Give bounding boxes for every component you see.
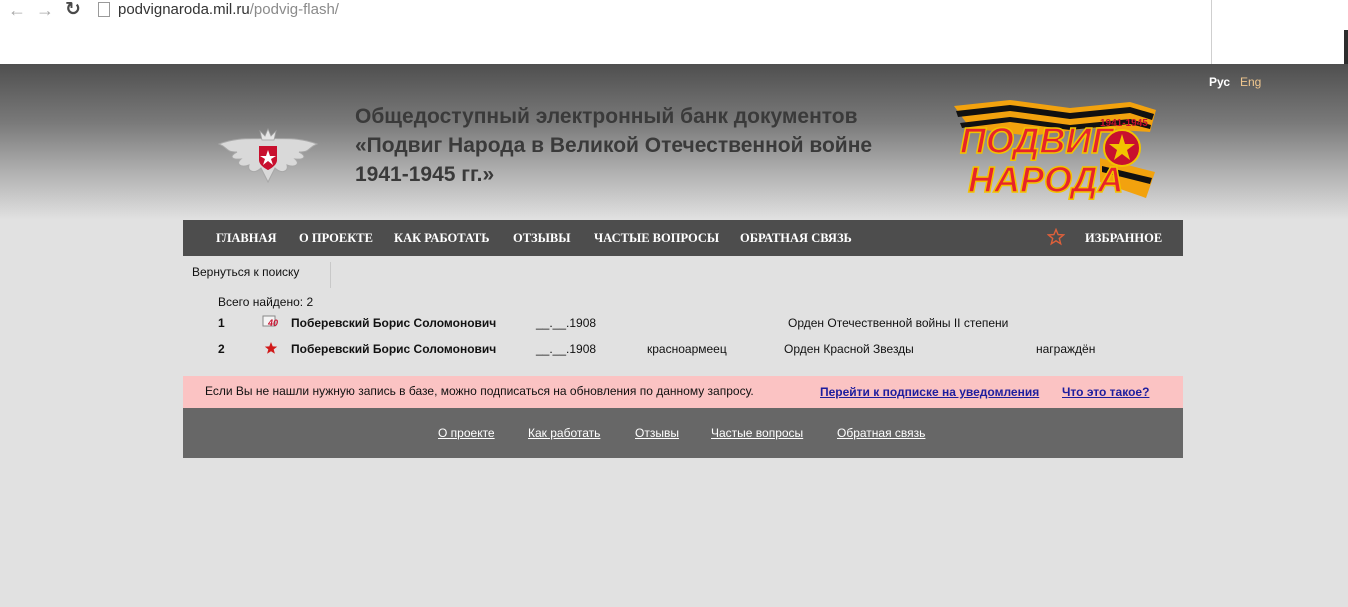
- arrow-left-icon[interactable]: ←: [6, 0, 28, 20]
- footer-link-about[interactable]: О проекте: [438, 426, 495, 440]
- back-to-search-link[interactable]: Вернуться к поиску: [183, 262, 331, 288]
- nav-item-contact[interactable]: ОБРАТНАЯ СВЯЗЬ: [740, 220, 852, 256]
- site-header: Рус Eng Общедоступный электронный банк д…: [0, 64, 1348, 220]
- logo-text-bottom: НАРОДА: [968, 159, 1124, 200]
- svg-text:40: 40: [267, 318, 278, 328]
- main-nav: ГЛАВНАЯ О ПРОЕКТЕ КАК РАБОТАТЬ ОТЗЫВЫ ЧА…: [183, 220, 1183, 256]
- award: Орден Отечественной войны II степени: [788, 316, 1009, 330]
- scrollbar[interactable]: [1344, 30, 1348, 64]
- row-number: 1: [218, 316, 225, 330]
- title-line: 1941-1945 гг.»: [355, 163, 495, 186]
- eagle-emblem-icon: [217, 127, 319, 184]
- order-patriotic-war-icon: 40: [262, 315, 278, 328]
- footer-link-reviews[interactable]: Отзывы: [635, 426, 679, 440]
- site-footer: О проекте Как работать Отзывы Частые воп…: [183, 408, 1183, 458]
- nav-item-how-to[interactable]: КАК РАБОТАТЬ: [394, 220, 490, 256]
- nav-item-about[interactable]: О ПРОЕКТЕ: [299, 220, 373, 256]
- footer-link-faq[interactable]: Частые вопросы: [711, 426, 803, 440]
- row-number: 2: [218, 342, 225, 356]
- site-title: Общедоступный электронный банк документо…: [355, 102, 945, 189]
- nav-item-reviews[interactable]: ОТЗЫВЫ: [513, 220, 571, 256]
- star-outline-icon[interactable]: [1047, 228, 1065, 246]
- what-is-this-link[interactable]: Что это такое?: [1062, 385, 1149, 399]
- url-domain: podvignaroda.mil.ru: [118, 1, 250, 18]
- logo-text-top: ПОДВИГ: [960, 120, 1115, 161]
- person-name[interactable]: Поберевский Борис Соломонович: [291, 313, 496, 333]
- reload-icon[interactable]: ↻: [62, 0, 84, 20]
- status: награждён: [1036, 342, 1096, 356]
- person-name[interactable]: Поберевский Борис Соломонович: [291, 339, 496, 359]
- award: Орден Красной Звезды: [784, 342, 914, 356]
- total-found: Всего найдено: 2: [218, 295, 314, 309]
- title-line: Общедоступный электронный банк документо…: [355, 105, 858, 128]
- table-row[interactable]: 1 40 Поберевский Борис Соломонович __.__…: [0, 313, 1348, 333]
- podvig-naroda-logo[interactable]: ПОДВИГ НАРОДА 1941-1945: [950, 98, 1160, 202]
- nav-item-faq[interactable]: ЧАСТЫЕ ВОПРОСЫ: [594, 220, 719, 256]
- birth-date: __.__.1908: [536, 316, 597, 330]
- nav-item-home[interactable]: ГЛАВНАЯ: [216, 220, 277, 256]
- title-line: «Подвиг Народа в Великой Отечественной в…: [355, 134, 873, 157]
- logo-years: 1941-1945: [1100, 118, 1148, 129]
- arrow-right-icon[interactable]: →: [34, 0, 56, 20]
- lang-en-link[interactable]: Eng: [1240, 75, 1261, 89]
- page-icon: [98, 2, 110, 17]
- footer-link-how-to[interactable]: Как работать: [528, 426, 600, 440]
- address-bar[interactable]: podvignaroda.mil.ru/podvig-flash/: [118, 1, 339, 19]
- browser-side-panel: [1211, 0, 1348, 64]
- subscribe-notice: Если Вы не нашли нужную запись в базе, м…: [183, 376, 1183, 408]
- footer-link-contact[interactable]: Обратная связь: [837, 426, 925, 440]
- browser-toolbar: ← → ↻ podvignaroda.mil.ru/podvig-flash/: [0, 0, 1348, 64]
- subscribe-link[interactable]: Перейти к подписке на уведомления: [820, 385, 1039, 399]
- nav-item-favorites[interactable]: ИЗБРАННОЕ: [1085, 220, 1162, 256]
- birth-date: __.__.1908: [536, 342, 597, 356]
- lang-ru-link[interactable]: Рус: [1209, 75, 1230, 89]
- rank: красноармеец: [647, 342, 727, 356]
- subscribe-text: Если Вы не нашли нужную запись в базе, м…: [205, 384, 754, 398]
- table-row[interactable]: 2 Поберевский Борис Соломонович __.__.19…: [0, 339, 1348, 359]
- url-path: /podvig-flash/: [249, 1, 339, 18]
- red-star-icon: [264, 342, 278, 354]
